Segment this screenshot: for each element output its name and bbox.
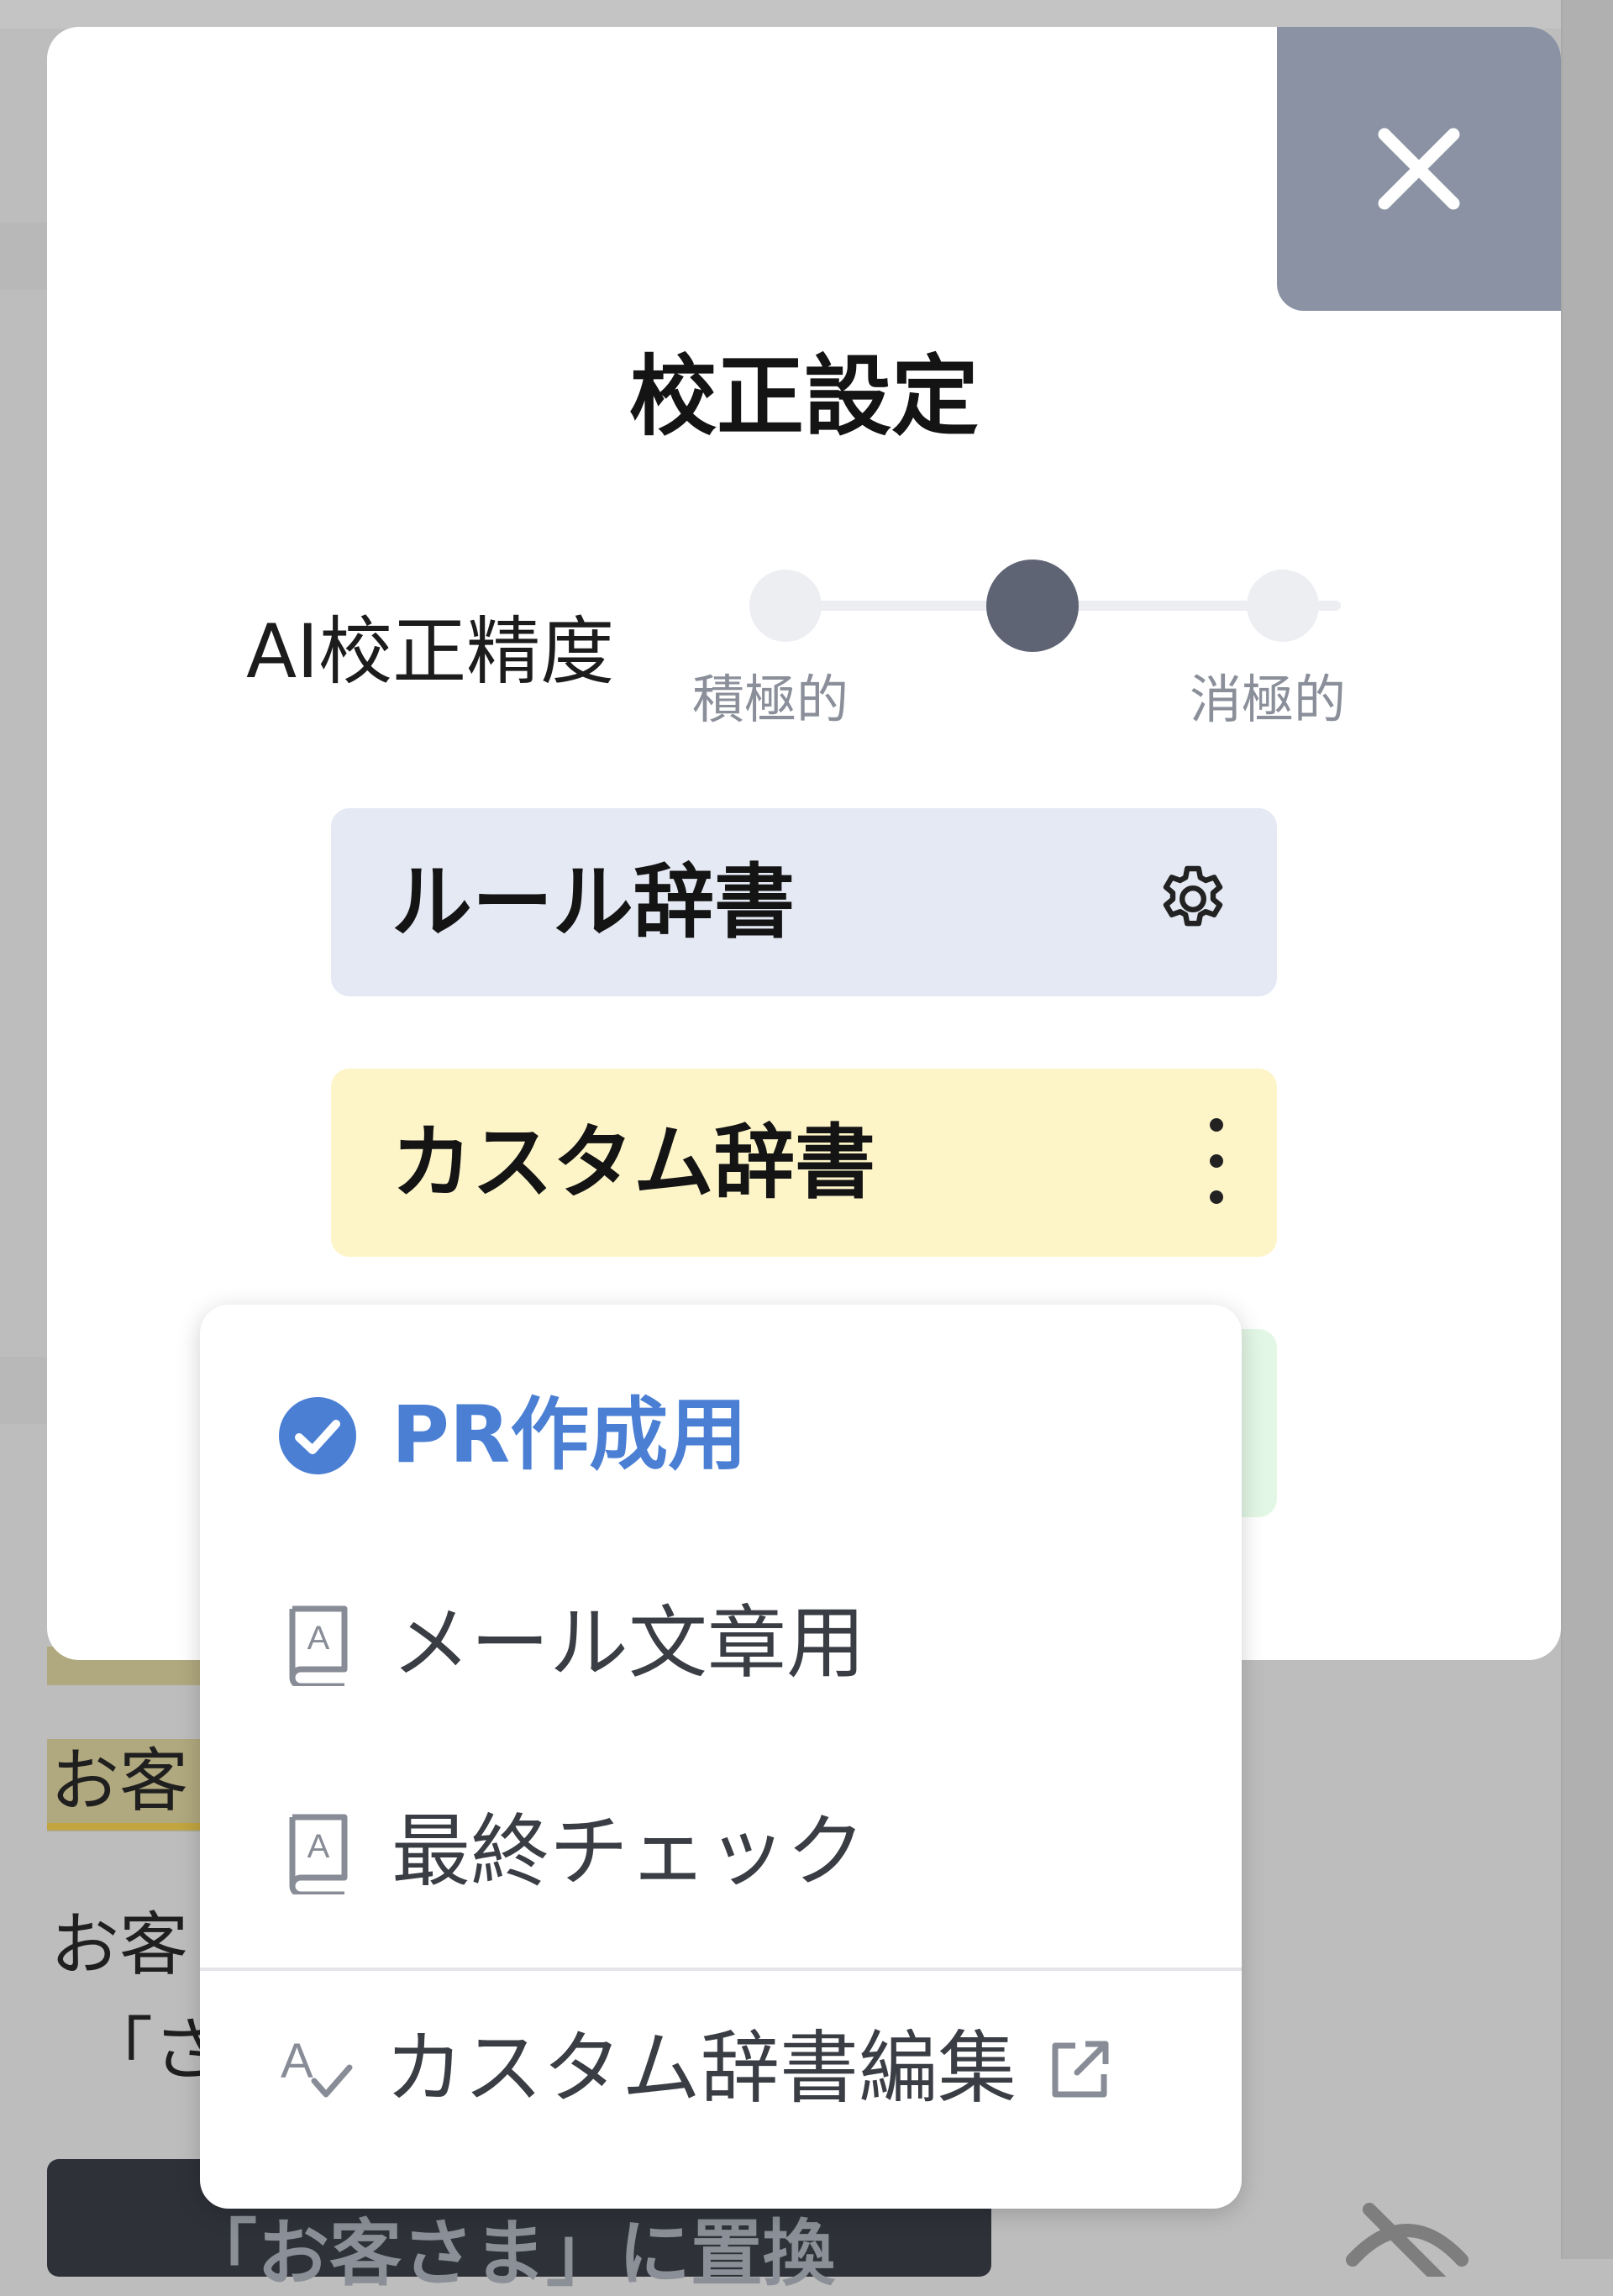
close-icon xyxy=(1378,128,1460,210)
check-circle-icon xyxy=(279,1397,356,1474)
background-underline xyxy=(47,1823,215,1830)
dropdown-item-mail[interactable]: A メール文章用 xyxy=(277,1602,865,1686)
slider-stop-conservative[interactable] xyxy=(1247,570,1319,642)
edit-custom-dictionary-label: カスタム辞書編集 xyxy=(385,2023,1017,2115)
dictionary-book-icon: A xyxy=(289,1814,348,1894)
slider-stop-aggressive[interactable] xyxy=(749,570,822,642)
svg-text:A: A xyxy=(307,1828,330,1865)
custom-dictionary-dropdown: PR作成用 A メール文章用 A 最終チェック A カスタム辞書編集 xyxy=(200,1305,1242,2209)
svg-text:A: A xyxy=(281,2034,313,2088)
close-button[interactable] xyxy=(1277,27,1561,311)
background-header xyxy=(0,0,1563,29)
slider-caption-aggressive: 積極的 xyxy=(692,669,849,730)
ai-accuracy-label: AI校正精度 xyxy=(246,608,615,695)
custom-dictionary-label: カスタム辞書 xyxy=(391,1116,875,1210)
rule-dictionary-label: ルール辞書 xyxy=(391,855,795,949)
slider-caption-conservative: 消極的 xyxy=(1190,669,1347,730)
background-text: お客 xyxy=(50,1742,189,1821)
background-text: お客 xyxy=(50,1905,189,1985)
dropdown-item-label: 最終チェック xyxy=(391,1806,866,1898)
eye-off-icon[interactable] xyxy=(1344,2193,1470,2277)
dropdown-item-final-check[interactable]: A 最終チェック xyxy=(277,1810,865,1894)
custom-dictionary-card[interactable]: カスタム辞書 xyxy=(331,1069,1277,1257)
dropdown-item-pr[interactable]: PR作成用 xyxy=(277,1395,747,1476)
dictionary-book-icon: A xyxy=(289,1605,348,1686)
rule-dictionary-settings-button[interactable] xyxy=(1153,860,1233,944)
dropdown-item-label: メール文章用 xyxy=(391,1598,866,1689)
dropdown-divider xyxy=(200,1968,1242,1971)
slider-knob[interactable] xyxy=(986,560,1079,652)
dropdown-item-label: PR作成用 xyxy=(391,1390,748,1481)
external-link-icon xyxy=(1052,2041,1109,2098)
background-edge-line xyxy=(1561,0,1563,2259)
replace-button-label: 「お客さま」に置換 xyxy=(185,2212,835,2296)
background-scroll-edge xyxy=(1563,0,1613,2259)
edit-custom-dictionary-link[interactable]: A カスタム辞書編集 xyxy=(277,2029,1114,2109)
modal-title: 校正設定 xyxy=(628,345,979,448)
svg-text:A: A xyxy=(307,1620,330,1657)
gear-icon xyxy=(1163,865,1223,927)
rule-dictionary-card[interactable]: ルール辞書 xyxy=(331,808,1277,996)
spellcheck-icon: A xyxy=(281,2034,353,2098)
more-vertical-icon xyxy=(1210,1118,1223,1204)
custom-dictionary-menu-button[interactable] xyxy=(1200,1115,1233,1211)
